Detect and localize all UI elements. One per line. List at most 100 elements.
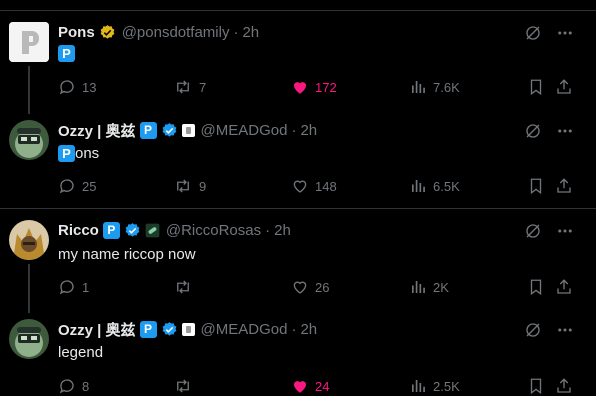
grok-slash-icon[interactable] bbox=[524, 122, 542, 140]
tweet-actions: 25 9 148 6.5K bbox=[58, 176, 580, 196]
like-button[interactable]: 148 bbox=[291, 176, 337, 196]
timestamp[interactable]: 2h bbox=[300, 321, 317, 338]
affiliate-logo-icon bbox=[181, 123, 195, 137]
reply-button[interactable]: 1 bbox=[58, 277, 89, 297]
heart-filled-icon bbox=[291, 377, 309, 395]
like-button[interactable]: 172 bbox=[291, 77, 337, 97]
avatar[interactable] bbox=[9, 220, 49, 260]
view-count: 2.5K bbox=[433, 378, 460, 394]
tweet-text-content: legend bbox=[58, 344, 104, 361]
pill-icon bbox=[145, 223, 160, 238]
reply-icon bbox=[58, 177, 76, 195]
verified-blue-icon bbox=[161, 321, 178, 338]
more-options-icon[interactable] bbox=[556, 122, 574, 140]
reply-count: 25 bbox=[82, 178, 97, 194]
display-name[interactable]: Ozzy | 奥兹 bbox=[58, 120, 136, 141]
bookmark-icon bbox=[527, 377, 545, 395]
tweet[interactable]: Ozzy | 奥兹 P @MEADGod · 2h legend 8 24 2.… bbox=[0, 309, 596, 395]
affiliate-logo-icon bbox=[181, 322, 195, 336]
views-button[interactable]: 2.5K bbox=[409, 376, 460, 396]
share-button[interactable] bbox=[555, 77, 573, 97]
more-options-icon[interactable] bbox=[556, 321, 574, 339]
grok-slash-icon[interactable] bbox=[524, 321, 542, 339]
avatar[interactable] bbox=[9, 319, 49, 359]
reply-count: 13 bbox=[82, 79, 97, 95]
share-button[interactable] bbox=[555, 277, 573, 297]
timestamp[interactable]: 2h bbox=[274, 222, 291, 239]
tweet-text: P ons bbox=[58, 145, 99, 162]
retweet-button[interactable]: 7 bbox=[173, 77, 206, 97]
like-button[interactable]: 24 bbox=[291, 376, 329, 396]
retweet-button[interactable]: 9 bbox=[173, 176, 206, 196]
name-badge: P bbox=[102, 221, 120, 239]
like-button[interactable]: 26 bbox=[291, 277, 329, 297]
like-count: 172 bbox=[315, 79, 337, 95]
more-options-icon[interactable] bbox=[556, 222, 574, 240]
separator: · bbox=[291, 320, 297, 338]
bookmark-icon bbox=[527, 278, 545, 296]
reply-icon bbox=[58, 78, 76, 96]
timestamp[interactable]: 2h bbox=[242, 24, 259, 41]
tweet-actions: 1 26 2K bbox=[58, 277, 580, 297]
separator: · bbox=[291, 121, 297, 139]
tweet[interactable]: Ozzy | 奥兹 P @MEADGod · 2h P ons 25 9 148 bbox=[0, 110, 596, 208]
handle[interactable]: @MEADGod bbox=[201, 122, 288, 139]
tweet-text: legend bbox=[58, 344, 103, 361]
bookmark-button[interactable] bbox=[527, 176, 545, 196]
tweet-actions: 8 24 2.5K bbox=[58, 376, 580, 396]
views-chart-icon bbox=[409, 278, 427, 296]
reply-count: 1 bbox=[82, 279, 90, 295]
handle[interactable]: @ponsdotfamily bbox=[122, 24, 230, 41]
share-button[interactable] bbox=[555, 176, 573, 196]
reply-icon bbox=[58, 278, 76, 296]
bookmark-button[interactable] bbox=[527, 376, 545, 396]
bookmark-icon bbox=[527, 177, 545, 195]
tweet-top-actions bbox=[524, 24, 574, 42]
retweet-button[interactable] bbox=[173, 376, 199, 396]
bookmark-button[interactable] bbox=[527, 277, 545, 297]
view-count: 2K bbox=[433, 279, 449, 295]
reply-icon bbox=[58, 377, 76, 395]
handle[interactable]: @RiccoRosas bbox=[166, 222, 261, 239]
tweet-header: Pons @ponsdotfamily · 2h bbox=[58, 22, 259, 42]
tweet-text-content: ons bbox=[75, 145, 100, 162]
avatar[interactable] bbox=[9, 120, 49, 160]
heart-filled-icon bbox=[291, 78, 309, 96]
tweet-text: my name riccop now bbox=[58, 246, 196, 263]
share-button[interactable] bbox=[555, 376, 573, 396]
share-icon bbox=[555, 377, 573, 395]
views-button[interactable]: 7.6K bbox=[409, 77, 460, 97]
retweet-count: 7 bbox=[199, 79, 207, 95]
views-chart-icon bbox=[409, 377, 427, 395]
heart-icon bbox=[291, 278, 309, 296]
more-options-icon[interactable] bbox=[556, 24, 574, 42]
tweet-top-actions bbox=[524, 222, 574, 240]
name-badge: P bbox=[139, 121, 157, 139]
grok-slash-icon[interactable] bbox=[524, 222, 542, 240]
grok-slash-icon[interactable] bbox=[524, 24, 542, 42]
views-button[interactable]: 6.5K bbox=[409, 176, 460, 196]
reply-button[interactable]: 13 bbox=[58, 77, 96, 97]
display-name[interactable]: Ozzy | 奥兹 bbox=[58, 319, 136, 340]
views-button[interactable]: 2K bbox=[409, 277, 449, 297]
views-chart-icon bbox=[409, 78, 427, 96]
reply-button[interactable]: 8 bbox=[58, 376, 89, 396]
handle[interactable]: @MEADGod bbox=[201, 321, 288, 338]
bookmark-button[interactable] bbox=[527, 77, 545, 97]
retweet-icon bbox=[173, 377, 193, 395]
tweet[interactable]: Ricco P @RiccoRosas · 2h my name riccop … bbox=[0, 209, 596, 309]
display-name[interactable]: Ricco bbox=[58, 222, 99, 239]
retweet-count: 9 bbox=[199, 178, 207, 194]
tweet-actions: 13 7 172 7.6K bbox=[58, 77, 580, 97]
retweet-button[interactable] bbox=[173, 277, 199, 297]
reply-button[interactable]: 25 bbox=[58, 176, 96, 196]
share-icon bbox=[555, 177, 573, 195]
timestamp[interactable]: 2h bbox=[300, 122, 317, 139]
reply-count: 8 bbox=[82, 378, 90, 394]
bookmark-icon bbox=[527, 78, 545, 96]
display-name[interactable]: Pons bbox=[58, 24, 95, 41]
avatar[interactable] bbox=[9, 22, 49, 62]
tweet[interactable]: Pons @ponsdotfamily · 2h P 13 7 172 7.6K bbox=[0, 0, 596, 110]
name-badge: P bbox=[139, 320, 157, 338]
tweet-text-content: my name riccop now bbox=[58, 246, 196, 263]
